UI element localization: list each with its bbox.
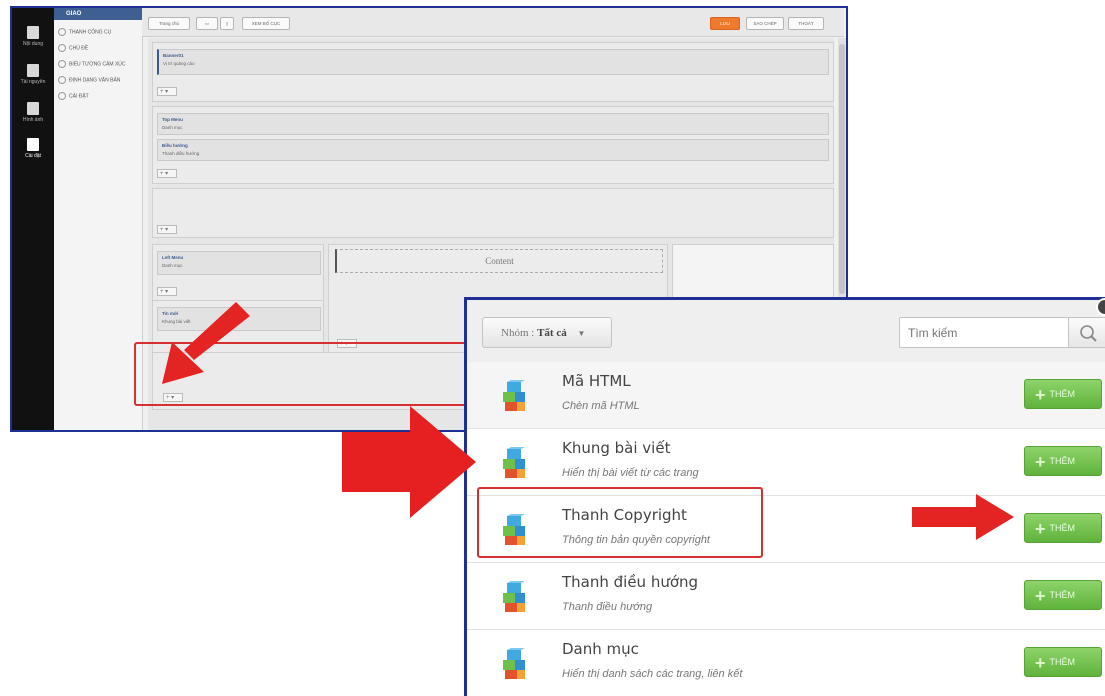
big-right-arrow-icon [342, 406, 476, 518]
annotation-arrows [162, 302, 1014, 540]
diagonal-arrow-icon [162, 302, 250, 384]
right-arrow-icon [912, 494, 1014, 540]
